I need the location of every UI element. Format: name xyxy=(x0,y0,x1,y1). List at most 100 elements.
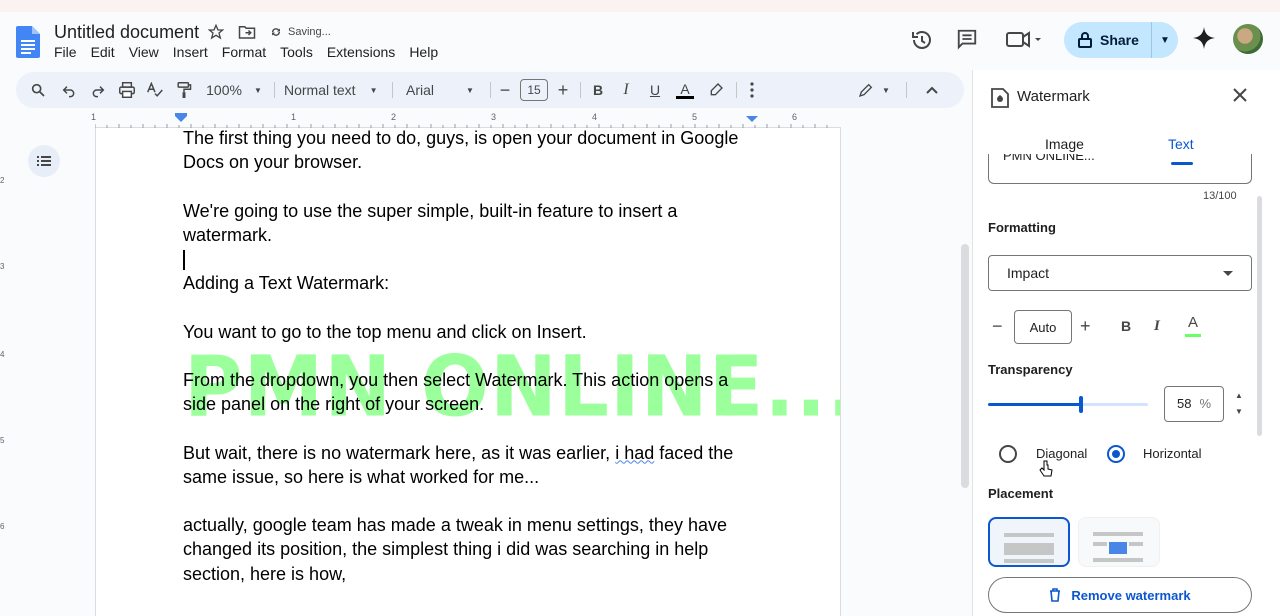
watermark-italic-button[interactable]: I xyxy=(1154,318,1160,335)
increase-font-size-button[interactable]: + xyxy=(554,72,572,108)
menu-format[interactable]: Format xyxy=(222,44,276,60)
share-label: Share xyxy=(1100,32,1139,48)
bold-button[interactable]: B xyxy=(588,72,608,108)
transparency-label: Transparency xyxy=(988,362,1073,377)
menu-tools[interactable]: Tools xyxy=(280,44,323,60)
version-history-icon[interactable] xyxy=(910,28,934,52)
document-outline-button[interactable] xyxy=(28,145,60,177)
remove-watermark-button[interactable]: Remove watermark xyxy=(988,577,1252,613)
style-caret-icon: ▼ xyxy=(369,85,378,95)
font-family-select[interactable]: Impact xyxy=(988,255,1252,291)
share-dropdown-icon[interactable]: ▼ xyxy=(1152,35,1178,46)
zoom-value: 100% xyxy=(206,82,242,98)
more-options-icon[interactable] xyxy=(744,72,760,108)
paragraph-style-select[interactable]: Normal text ▼ xyxy=(284,72,382,108)
paragraph: actually, google team has made a tweak i… xyxy=(183,515,727,536)
transparency-value: 58 xyxy=(1177,396,1192,411)
diagonal-radio[interactable] xyxy=(999,445,1017,463)
toolbar: 100% ▼ Normal text ▼ Arial ▼ − 15 + B I U A… xyxy=(16,72,964,108)
ruler-mark: 3 xyxy=(491,112,497,122)
menu-edit[interactable]: Edit xyxy=(91,44,125,60)
search-menus-icon[interactable] xyxy=(28,72,48,108)
italic-button[interactable]: I xyxy=(616,72,636,108)
stepper-down-icon[interactable]: ▼ xyxy=(1235,404,1243,420)
horizontal-radio[interactable] xyxy=(1107,445,1125,463)
paragraph: The first thing you need to do, guys, is… xyxy=(183,128,739,148)
move-folder-icon[interactable] xyxy=(238,24,256,40)
tab-image[interactable]: Image xyxy=(1045,136,1084,152)
editing-mode-select[interactable]: ▼ xyxy=(856,72,892,108)
top-strip xyxy=(0,0,1280,12)
vertical-ruler: 2 3 4 5 6 xyxy=(0,128,8,616)
print-icon[interactable] xyxy=(116,72,138,108)
transparency-stepper[interactable]: ▲ ▼ xyxy=(1235,388,1243,420)
undo-icon[interactable] xyxy=(58,72,80,108)
menu-extensions[interactable]: Extensions xyxy=(327,44,405,60)
share-button[interactable]: Share ▼ xyxy=(1064,22,1178,58)
gemini-sparkle-icon[interactable] xyxy=(1192,26,1216,50)
ruler-mark: 5 xyxy=(692,112,698,122)
toolbar-divider xyxy=(580,82,581,98)
toolbar-divider xyxy=(736,82,737,98)
paragraph: But wait, there is no watermark here, as… xyxy=(183,442,734,463)
menu-help[interactable]: Help xyxy=(409,44,448,60)
placement-label: Placement xyxy=(988,486,1054,501)
increase-size-button[interactable]: + xyxy=(1080,316,1091,337)
paragraph: watermark. xyxy=(183,224,273,245)
vruler-mark: 3 xyxy=(0,262,5,271)
menu-bar: File Edit View Insert Format Tools Exten… xyxy=(54,44,452,60)
font-value: Arial xyxy=(406,82,435,98)
diagonal-label: Diagonal xyxy=(1036,446,1088,461)
transparency-unit: % xyxy=(1199,396,1211,411)
transparency-input[interactable]: 58 % xyxy=(1164,386,1224,422)
watermark-color-button[interactable]: A xyxy=(1184,314,1202,337)
decrease-font-size-button[interactable]: − xyxy=(496,72,514,108)
zoom-select[interactable]: 100% ▼ xyxy=(202,72,266,108)
text-color-button[interactable]: A xyxy=(674,72,696,108)
docs-logo-icon[interactable] xyxy=(16,26,40,58)
document-scrollbar[interactable] xyxy=(961,244,969,488)
star-icon[interactable] xyxy=(208,24,224,40)
save-status: Saving... xyxy=(270,26,331,38)
font-size-field[interactable]: 15 xyxy=(519,72,549,108)
watermark-panel: Watermark Image Text PMN ONLINE... 13/10… xyxy=(972,70,1280,616)
meet-icon[interactable] xyxy=(1005,28,1043,50)
underline-button[interactable]: U xyxy=(645,72,665,108)
hide-menus-chevron-icon[interactable] xyxy=(920,72,944,108)
watermark-size-field[interactable]: Auto xyxy=(1014,310,1072,344)
saving-text: Saving... xyxy=(288,26,331,38)
font-select[interactable]: Arial ▼ xyxy=(406,72,480,108)
avatar[interactable] xyxy=(1233,24,1263,54)
transparency-slider[interactable] xyxy=(988,396,1148,413)
transparency-slider-thumb[interactable] xyxy=(1079,396,1083,413)
document-page[interactable]: PMN ONLINE... The first thing you need t… xyxy=(95,128,841,616)
redo-icon[interactable] xyxy=(87,72,109,108)
menu-file[interactable]: File xyxy=(54,44,87,60)
mouse-pointer-icon xyxy=(1039,460,1053,477)
vruler-mark: 4 xyxy=(0,350,5,359)
remove-watermark-label: Remove watermark xyxy=(1071,587,1191,603)
paint-format-icon[interactable] xyxy=(173,72,195,108)
transparency-slider-fill xyxy=(988,403,1081,406)
font-size-value[interactable]: 15 xyxy=(520,79,548,101)
menu-view[interactable]: View xyxy=(129,44,169,60)
panel-scrollbar[interactable] xyxy=(1257,196,1262,436)
menu-insert[interactable]: Insert xyxy=(173,44,218,60)
stepper-up-icon[interactable]: ▲ xyxy=(1235,388,1243,404)
document-body[interactable]: The first thing you need to do, guys, is… xyxy=(183,128,763,586)
color-letter: A xyxy=(1187,314,1198,331)
placement-behind-text-option[interactable] xyxy=(988,517,1070,567)
tab-text[interactable]: Text xyxy=(1168,136,1194,152)
close-icon[interactable] xyxy=(1231,86,1249,104)
watermark-text-input[interactable]: PMN ONLINE... xyxy=(988,154,1252,184)
placement-in-front-option[interactable] xyxy=(1078,517,1160,567)
spellcheck-icon[interactable] xyxy=(144,72,166,108)
watermark-bold-button[interactable]: B xyxy=(1121,318,1131,334)
spelling-suggestion[interactable]: i had xyxy=(615,443,654,463)
comments-icon[interactable] xyxy=(956,28,978,50)
document-title[interactable]: Untitled document xyxy=(54,22,199,43)
highlight-color-icon[interactable] xyxy=(705,72,727,108)
toolbar-divider xyxy=(906,82,907,98)
watermark-color-swatch xyxy=(1185,334,1201,337)
decrease-size-button[interactable]: − xyxy=(992,316,1003,337)
